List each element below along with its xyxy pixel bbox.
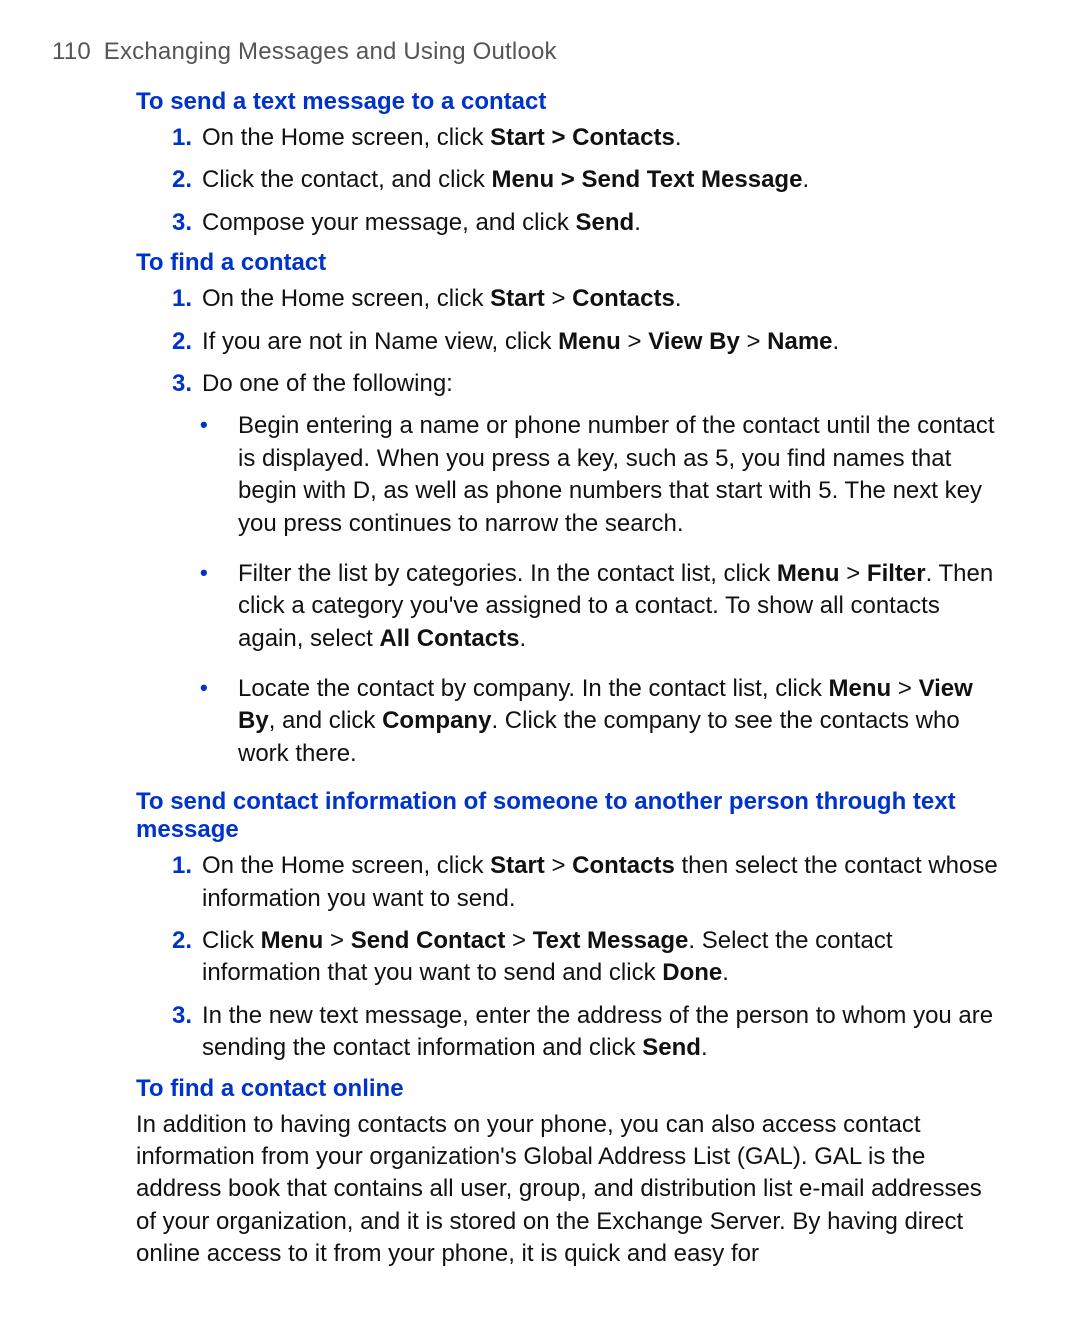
list-marker: 3. <box>162 1000 192 1032</box>
list-content: On the Home screen, click Start > Contac… <box>202 850 1000 915</box>
page-number: 110 <box>52 38 91 65</box>
ordered-list: 1. On the Home screen, click Start > Con… <box>162 850 1000 1064</box>
list-marker: 1. <box>162 850 192 882</box>
running-title: Exchanging Messages and Using Outlook <box>104 38 557 65</box>
list-item: 1. On the Home screen, click Start > Con… <box>162 283 1000 315</box>
bullet-item: • Filter the list by categories. In the … <box>200 558 1000 655</box>
section-find-contact-online: To find a contact online In addition to … <box>136 1075 1000 1271</box>
list-marker: 1. <box>162 283 192 315</box>
list-item: 1. On the Home screen, click Start > Con… <box>162 850 1000 915</box>
list-item: 2. Click Menu > Send Contact > Text Mess… <box>162 925 1000 990</box>
list-content: In the new text message, enter the addre… <box>202 1000 1000 1065</box>
list-content: On the Home screen, click Start > Contac… <box>202 283 1000 315</box>
list-item: 3. In the new text message, enter the ad… <box>162 1000 1000 1065</box>
list-item: 3. Do one of the following: <box>162 368 1000 400</box>
page-header: 110 Exchanging Messages and Using Outloo… <box>52 38 1000 66</box>
list-content: Click the contact, and click Menu > Send… <box>202 164 1000 196</box>
list-item: 2. Click the contact, and click Menu > S… <box>162 164 1000 196</box>
bullet-icon: • <box>200 673 220 704</box>
bullet-item: • Locate the contact by company. In the … <box>200 673 1000 770</box>
section-title: To find a contact online <box>136 1075 1000 1103</box>
bullet-icon: • <box>200 410 220 441</box>
ordered-list: 1. On the Home screen, click Start > Con… <box>162 283 1000 400</box>
section-title: To send a text message to a contact <box>136 88 1000 116</box>
bullet-icon: • <box>200 558 220 589</box>
list-marker: 2. <box>162 925 192 957</box>
section-send-text: To send a text message to a contact 1. O… <box>136 88 1000 239</box>
list-content: On the Home screen, click Start > Contac… <box>202 122 1000 154</box>
list-item: 2. If you are not in Name view, click Me… <box>162 326 1000 358</box>
list-item: 1. On the Home screen, click Start > Con… <box>162 122 1000 154</box>
bullet-content: Locate the contact by company. In the co… <box>238 673 1000 770</box>
list-content: Compose your message, and click Send. <box>202 207 1000 239</box>
section-find-contact: To find a contact 1. On the Home screen,… <box>136 249 1000 770</box>
list-content: Do one of the following: <box>202 368 1000 400</box>
bullet-content: Begin entering a name or phone number of… <box>238 410 1000 540</box>
bullet-list: • Begin entering a name or phone number … <box>200 410 1000 770</box>
bullet-item: • Begin entering a name or phone number … <box>200 410 1000 540</box>
section-send-contact-info: To send contact information of someone t… <box>136 788 1000 1064</box>
list-marker: 3. <box>162 207 192 239</box>
section-body: In addition to having contacts on your p… <box>136 1109 1000 1271</box>
page: 110 Exchanging Messages and Using Outloo… <box>0 0 1080 1327</box>
list-marker: 2. <box>162 164 192 196</box>
section-title: To find a contact <box>136 249 1000 277</box>
list-marker: 1. <box>162 122 192 154</box>
section-title: To send contact information of someone t… <box>136 788 1000 844</box>
ordered-list: 1. On the Home screen, click Start > Con… <box>162 122 1000 239</box>
list-content: Click Menu > Send Contact > Text Message… <box>202 925 1000 990</box>
list-item: 3. Compose your message, and click Send. <box>162 207 1000 239</box>
list-content: If you are not in Name view, click Menu … <box>202 326 1000 358</box>
list-marker: 2. <box>162 326 192 358</box>
bullet-content: Filter the list by categories. In the co… <box>238 558 1000 655</box>
list-marker: 3. <box>162 368 192 400</box>
